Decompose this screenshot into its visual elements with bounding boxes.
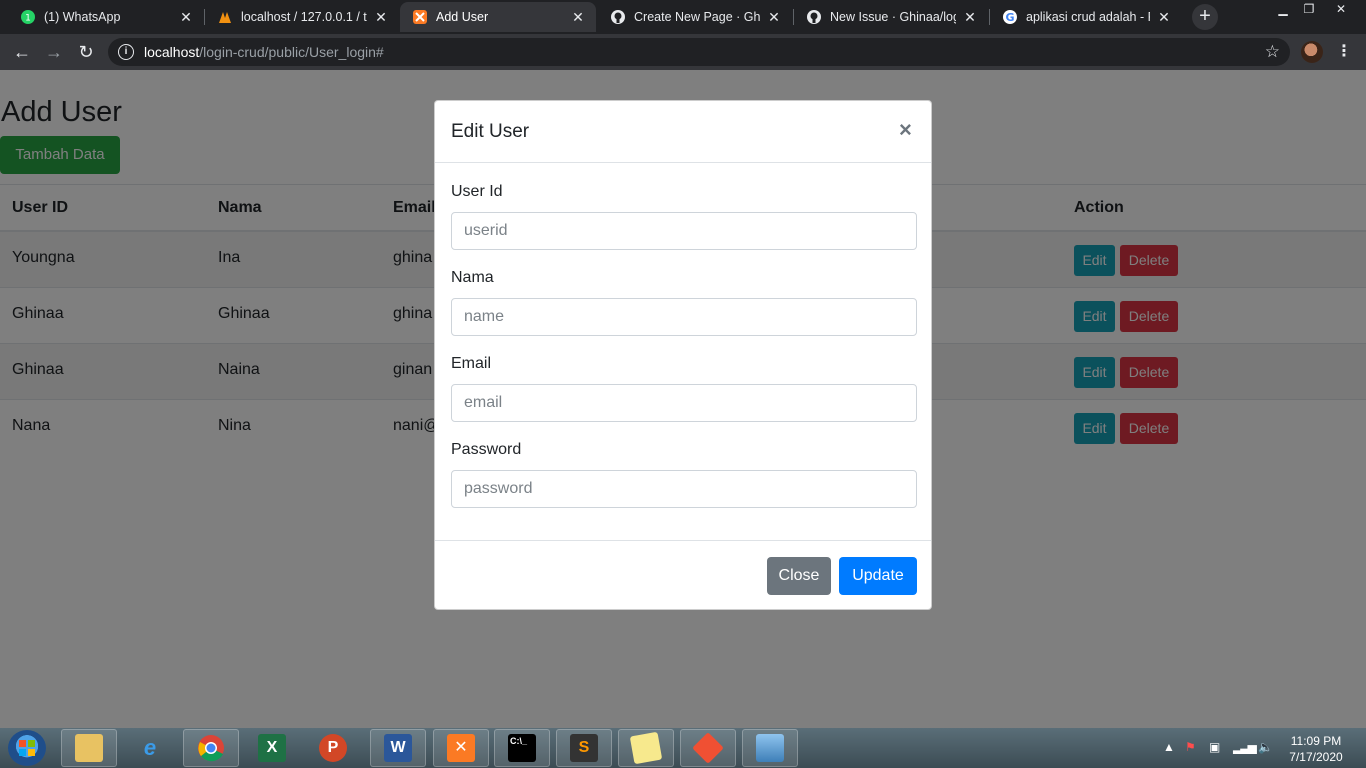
taskbar-word[interactable]: W	[370, 729, 426, 767]
close-icon[interactable]: ✕	[1156, 9, 1172, 26]
close-icon[interactable]: ✕	[178, 9, 194, 26]
taskbar-sticky-notes[interactable]	[618, 729, 674, 767]
tab-phpmyadmin[interactable]: localhost / 127.0.0.1 / tel ✕	[205, 2, 399, 32]
password-input[interactable]	[451, 470, 917, 508]
tab-title: New Issue · Ghinaa/login	[830, 10, 956, 24]
forward-icon[interactable]: →	[42, 40, 66, 64]
xampp-icon: ✕	[447, 734, 475, 762]
volume-icon[interactable]: 🔈	[1258, 740, 1273, 754]
github-icon	[610, 9, 626, 25]
close-icon[interactable]: ✕	[962, 9, 978, 26]
password-label: Password	[451, 441, 522, 458]
github-icon	[806, 9, 822, 25]
tab-github-new-issue[interactable]: New Issue · Ghinaa/login ✕	[794, 2, 988, 32]
windows-taskbar: e X P W ✕ C:\_ S ▲ ⚑ ▣ ▂▃▅ 🔈 11:09 PM 7/…	[0, 728, 1366, 768]
profile-avatar[interactable]	[1301, 41, 1323, 63]
taskbar-photo-viewer[interactable]	[742, 729, 798, 767]
word-icon: W	[384, 734, 412, 762]
menu-kebab-icon[interactable]: ⋮	[1336, 40, 1352, 64]
taskbar-chrome[interactable]	[183, 729, 239, 767]
sticky-notes-icon	[629, 731, 663, 765]
cmd-icon: C:\_	[508, 734, 536, 762]
tab-add-user[interactable]: Add User ✕	[400, 2, 596, 32]
tab-title: Create New Page · Ghina	[634, 10, 760, 24]
taskbar-excel[interactable]: X	[244, 729, 300, 767]
new-tab-button[interactable]: +	[1192, 4, 1218, 30]
browser-toolbar: ← → ↻ i localhost/login-crud/public/User…	[0, 34, 1366, 70]
show-hidden-icons-icon[interactable]: ▲	[1163, 740, 1175, 754]
taskbar-cmd[interactable]: C:\_	[494, 729, 550, 767]
reload-icon[interactable]: ↻	[74, 40, 98, 64]
svg-text:1: 1	[25, 14, 31, 24]
nama-label: Nama	[451, 269, 494, 286]
window-close-icon[interactable]: ✕	[1326, 0, 1356, 18]
minimize-icon[interactable]: ▁	[1270, 0, 1296, 18]
tab-title: localhost / 127.0.0.1 / tel	[241, 10, 367, 24]
tab-title: (1) WhatsApp	[44, 10, 121, 24]
svg-text:G: G	[1005, 11, 1014, 24]
bookmark-star-icon[interactable]: ☆	[1265, 42, 1280, 62]
system-clock[interactable]: 11:09 PM 7/17/2020	[1286, 733, 1346, 765]
userid-label: User Id	[451, 183, 503, 200]
taskbar-sublime-text[interactable]: S	[556, 729, 612, 767]
tab-google-search[interactable]: G aplikasi crud adalah - Pe ✕	[990, 2, 1182, 32]
taskbar-powerpoint[interactable]: P	[305, 729, 361, 767]
tab-whatsapp[interactable]: 1 (1) WhatsApp ✕	[8, 2, 204, 32]
chrome-icon	[198, 735, 224, 762]
git-icon	[692, 732, 724, 764]
edit-user-modal: Edit User × User Id Nama Email Password …	[434, 100, 932, 610]
xampp-icon	[412, 9, 428, 25]
browser-tabstrip: 1 (1) WhatsApp ✕ localhost / 127.0.0.1 /…	[0, 0, 1366, 34]
info-icon[interactable]: i	[118, 44, 134, 60]
taskbar-git[interactable]	[680, 729, 736, 767]
internet-explorer-icon: e	[143, 735, 157, 760]
email-input[interactable]	[451, 384, 917, 422]
device-icon[interactable]: ▣	[1209, 740, 1220, 754]
taskbar-file-explorer[interactable]	[61, 729, 117, 767]
url-host: localhost	[144, 44, 200, 60]
taskbar-internet-explorer[interactable]: e	[122, 729, 178, 767]
close-button[interactable]: Close	[767, 557, 831, 595]
restore-icon[interactable]: ❐	[1296, 0, 1322, 18]
sublime-text-icon: S	[570, 734, 598, 762]
phpmyadmin-icon	[217, 9, 233, 25]
address-bar[interactable]: i localhost/login-crud/public/User_login…	[108, 38, 1290, 66]
tab-github-create-page[interactable]: Create New Page · Ghina ✕	[598, 2, 792, 32]
close-icon[interactable]: ✕	[570, 9, 586, 26]
tab-title: aplikasi crud adalah - Pe	[1026, 10, 1150, 24]
email-label: Email	[451, 355, 492, 372]
taskbar-xampp[interactable]: ✕	[433, 729, 489, 767]
update-button[interactable]: Update	[839, 557, 917, 595]
whatsapp-icon: 1	[20, 9, 36, 25]
photo-viewer-icon	[756, 734, 784, 762]
powerpoint-icon: P	[319, 734, 347, 762]
windows-logo-icon	[19, 740, 35, 756]
back-icon[interactable]: ←	[10, 40, 34, 64]
signal-icon[interactable]: ▂▃▅	[1233, 740, 1257, 754]
close-icon[interactable]: ✕	[373, 9, 389, 26]
google-icon: G	[1002, 9, 1018, 25]
close-icon[interactable]: ✕	[766, 9, 782, 26]
url-path: /login-crud/public/User_login#	[199, 44, 384, 60]
modal-footer: Close Update	[435, 540, 931, 610]
modal-title: Edit User	[451, 121, 530, 142]
network-error-icon[interactable]: ⚑	[1185, 740, 1196, 754]
excel-icon: X	[258, 734, 286, 762]
start-button[interactable]	[8, 730, 46, 766]
clock-date: 7/17/2020	[1289, 750, 1343, 764]
close-icon[interactable]: ×	[899, 118, 912, 142]
userid-input[interactable]	[451, 212, 917, 250]
clock-time: 11:09 PM	[1290, 734, 1342, 748]
tab-title: Add User	[436, 10, 489, 24]
file-explorer-icon	[75, 734, 103, 762]
modal-header: Edit User ×	[435, 101, 931, 163]
page-content: Add User Tambah Data User ID Nama Email …	[0, 70, 1366, 728]
nama-input[interactable]	[451, 298, 917, 336]
